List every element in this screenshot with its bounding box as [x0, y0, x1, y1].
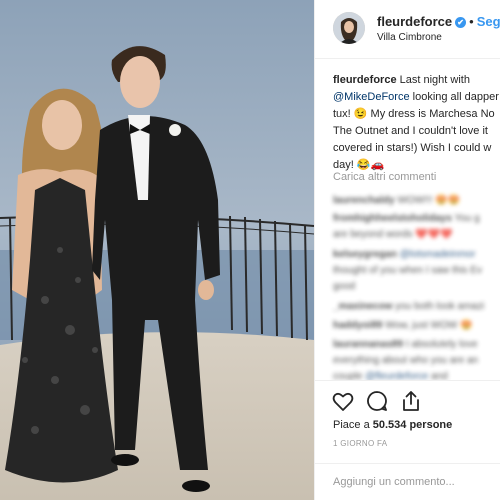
comment-user[interactable]: laurenchaldy — [333, 195, 395, 206]
comment-item: everything about who you are an — [333, 353, 478, 369]
likes-count[interactable]: Piace a 50.534 persone — [333, 419, 452, 431]
couple-photo-image — [0, 0, 314, 500]
location-link[interactable]: Villa Cimbrone — [377, 32, 442, 43]
comment-text: I absolutely love — [405, 339, 478, 350]
add-comment-placeholder: Aggiungi un commento... — [333, 476, 455, 488]
comment-text: WOW!!! 😍😍 — [397, 195, 461, 206]
comment-item: fromhighheelstoholidays You g — [333, 211, 480, 227]
verified-badge-icon: ✔ — [455, 17, 467, 28]
caption-text-2: looking all dapper — [409, 91, 499, 103]
comment-user[interactable]: kelseygregan — [333, 249, 397, 260]
comment-text: you both look amazi — [395, 301, 485, 312]
comment-text: thought of you when I saw this Ev — [333, 265, 482, 276]
comment-user[interactable]: haddyoi89 — [333, 320, 382, 331]
share-icon[interactable] — [399, 389, 423, 413]
post-header: fleurdeforce✔•Segui Villa Cimbrone — [315, 0, 500, 59]
post-timestamp[interactable]: 1 GIORNO FA — [333, 439, 387, 448]
comment-icon[interactable] — [365, 389, 389, 413]
comment-text: Wow, just WOW 😍 — [385, 320, 473, 331]
comment-text: good — [333, 281, 356, 292]
caption-mention[interactable]: @MikeDeForce — [333, 91, 410, 103]
post-username[interactable]: fleurdeforce — [377, 14, 452, 29]
comment-text: You g — [454, 213, 480, 224]
heart-icon[interactable] — [331, 389, 355, 413]
likes-suffix: persone — [406, 419, 453, 431]
comment-item: _maxinecow you both look amazi — [333, 299, 484, 315]
comment-user[interactable]: _maxinecow — [333, 301, 392, 312]
post-actions: Piace a 50.534 persone 1 GIORNO FA Aggiu… — [315, 380, 500, 500]
comment-mention[interactable]: @lotsmadeinmor — [400, 249, 476, 260]
comment-text: everything about who you are an — [333, 355, 479, 366]
comment-item: haddyoi89 Wow, just WOW 😍 — [333, 318, 473, 334]
comment-text: are beyond words ❤️❤️❤️ — [333, 229, 453, 240]
post-sidebar: fleurdeforce✔•Segui Villa Cimbrone fleur… — [314, 0, 500, 500]
avatar[interactable] — [333, 12, 365, 44]
load-more-comments-link[interactable]: Carica altri commenti — [333, 171, 436, 183]
comment-item: kelseygregan @lotsmadeinmor — [333, 247, 475, 263]
post-photo[interactable] — [0, 0, 314, 500]
caption-text-1: Last night with — [399, 74, 470, 86]
add-comment-field[interactable]: Aggiungi un commento... — [315, 463, 500, 500]
comment-user[interactable]: laurannanas89 — [333, 339, 403, 350]
separator-dot: • — [469, 14, 474, 29]
comment-user[interactable]: fromhighheelstoholidays — [333, 213, 452, 224]
caption-text-4: The Outnet and I couldn't love it — [333, 125, 488, 137]
likes-prefix: Piace a — [333, 419, 373, 431]
comment-item: laurenchaldy WOW!!! 😍😍 — [333, 193, 460, 209]
caption-text-6: day! 😂🚗 — [333, 159, 385, 171]
comment-item: are beyond words ❤️❤️❤️ — [333, 227, 453, 243]
caption-username[interactable]: fleurdeforce — [333, 74, 397, 86]
caption-text-3: tux! 😉 My dress is Marchesa No — [333, 108, 495, 120]
comment-item: thought of you when I saw this Ev — [333, 263, 482, 279]
follow-button[interactable]: Segui — [477, 14, 500, 29]
comment-item: good — [333, 279, 355, 295]
post-caption: fleurdeforce Last night with @MikeDeForc… — [333, 72, 500, 174]
likes-number: 50.534 — [372, 419, 407, 431]
avatar-image — [333, 12, 365, 44]
comment-item: laurannanas89 I absolutely love — [333, 337, 478, 353]
caption-text-5: covered in stars!) Wish I could w — [333, 142, 492, 154]
